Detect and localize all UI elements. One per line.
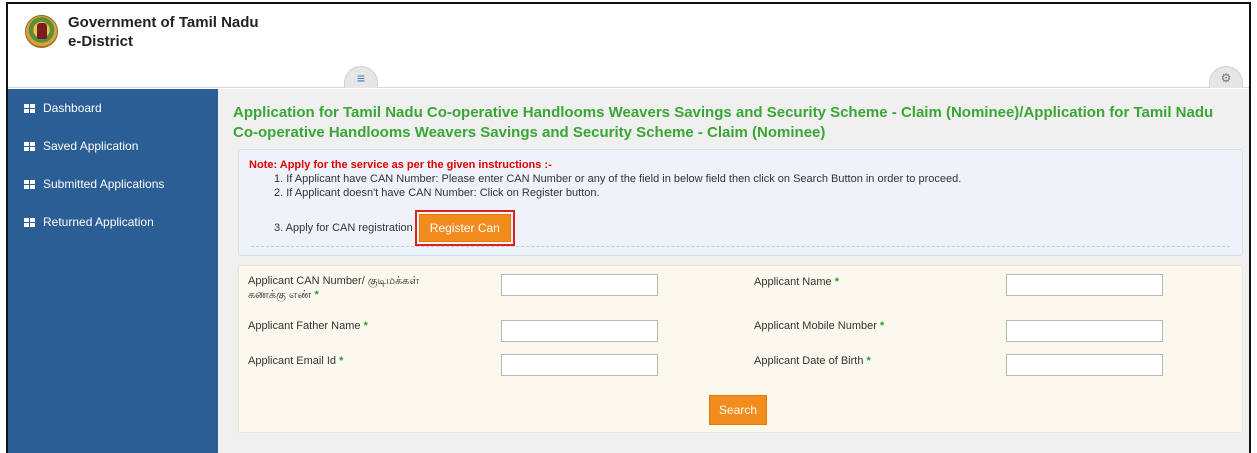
- app-frame: Government of Tamil Nadu e-District ≡ ⚙ …: [6, 2, 1251, 453]
- sidebar-item-label: Submitted Applications: [43, 177, 165, 191]
- page-title: Application for Tamil Nadu Co-operative …: [233, 104, 1214, 141]
- brand-title: Government of Tamil Nadu: [68, 14, 259, 31]
- register-can-highlight: Register Can: [414, 210, 515, 246]
- required-mark: *: [834, 276, 839, 288]
- tamil-nadu-emblem-logo: [25, 15, 58, 48]
- grid-icon: [24, 141, 35, 151]
- email-input[interactable]: [501, 354, 658, 376]
- main-content: Application for Tamil Nadu Co-operative …: [218, 89, 1249, 453]
- sidebar-item-returned-application[interactable]: Returned Application: [8, 203, 218, 241]
- note-instruction-2: 2. If Applicant doesn't have CAN Number:…: [274, 187, 600, 199]
- divider: [251, 246, 1230, 247]
- note-instruction-1: 1. If Applicant have CAN Number: Please …: [274, 173, 962, 185]
- search-button[interactable]: Search: [709, 395, 768, 425]
- sidebar: Dashboard Saved Application Submitted Ap…: [8, 89, 218, 453]
- grid-icon: [24, 179, 35, 189]
- required-mark: *: [866, 355, 871, 367]
- father-name-input[interactable]: [501, 320, 658, 342]
- gear-icon: ⚙: [1220, 71, 1232, 85]
- sidebar-item-label: Returned Application: [43, 215, 154, 229]
- search-form: Applicant CAN Number/ குடிமக்கள் கணக்கு …: [238, 265, 1243, 433]
- required-mark: *: [363, 320, 368, 332]
- date-of-birth-label: Applicant Date of Birth *: [754, 355, 871, 367]
- required-mark: *: [314, 289, 319, 301]
- mobile-number-input[interactable]: [1006, 320, 1163, 342]
- brand-subtitle: e-District: [68, 33, 134, 50]
- date-of-birth-input[interactable]: [1006, 354, 1163, 376]
- register-can-button[interactable]: Register Can: [418, 214, 511, 242]
- father-name-label: Applicant Father Name *: [248, 320, 368, 332]
- sidebar-item-dashboard[interactable]: Dashboard: [8, 89, 218, 127]
- required-mark: *: [339, 355, 344, 367]
- required-mark: *: [879, 320, 885, 332]
- sidebar-item-label: Dashboard: [43, 101, 102, 115]
- header: Government of Tamil Nadu e-District ≡ ⚙: [8, 4, 1249, 88]
- note-title: Note: Apply for the service as per the g…: [249, 159, 552, 171]
- sidebar-item-saved-application[interactable]: Saved Application: [8, 127, 218, 165]
- hamburger-icon: ≡: [356, 70, 366, 86]
- instructions-panel: Note: Apply for the service as per the g…: [238, 149, 1243, 256]
- note-instruction-3: 3. Apply for CAN registration Register C…: [274, 210, 1232, 246]
- applicant-name-input[interactable]: [1006, 274, 1163, 296]
- email-label: Applicant Email Id *: [248, 355, 344, 367]
- applicant-name-label: Applicant Name *: [754, 276, 839, 288]
- menu-toggle-button[interactable]: ≡: [344, 66, 378, 88]
- sidebar-item-label: Saved Application: [43, 139, 139, 153]
- sidebar-item-submitted-applications[interactable]: Submitted Applications: [8, 165, 218, 203]
- note-instruction-3-text: 3. Apply for CAN registration: [274, 222, 413, 234]
- grid-icon: [24, 217, 35, 227]
- can-number-label: Applicant CAN Number/ குடிமக்கள் கணக்கு …: [248, 275, 420, 301]
- can-number-input[interactable]: [501, 274, 658, 296]
- grid-icon: [24, 103, 35, 113]
- mobile-number-label: Applicant Mobile Number *: [754, 320, 885, 332]
- settings-toggle-button[interactable]: ⚙: [1209, 66, 1243, 88]
